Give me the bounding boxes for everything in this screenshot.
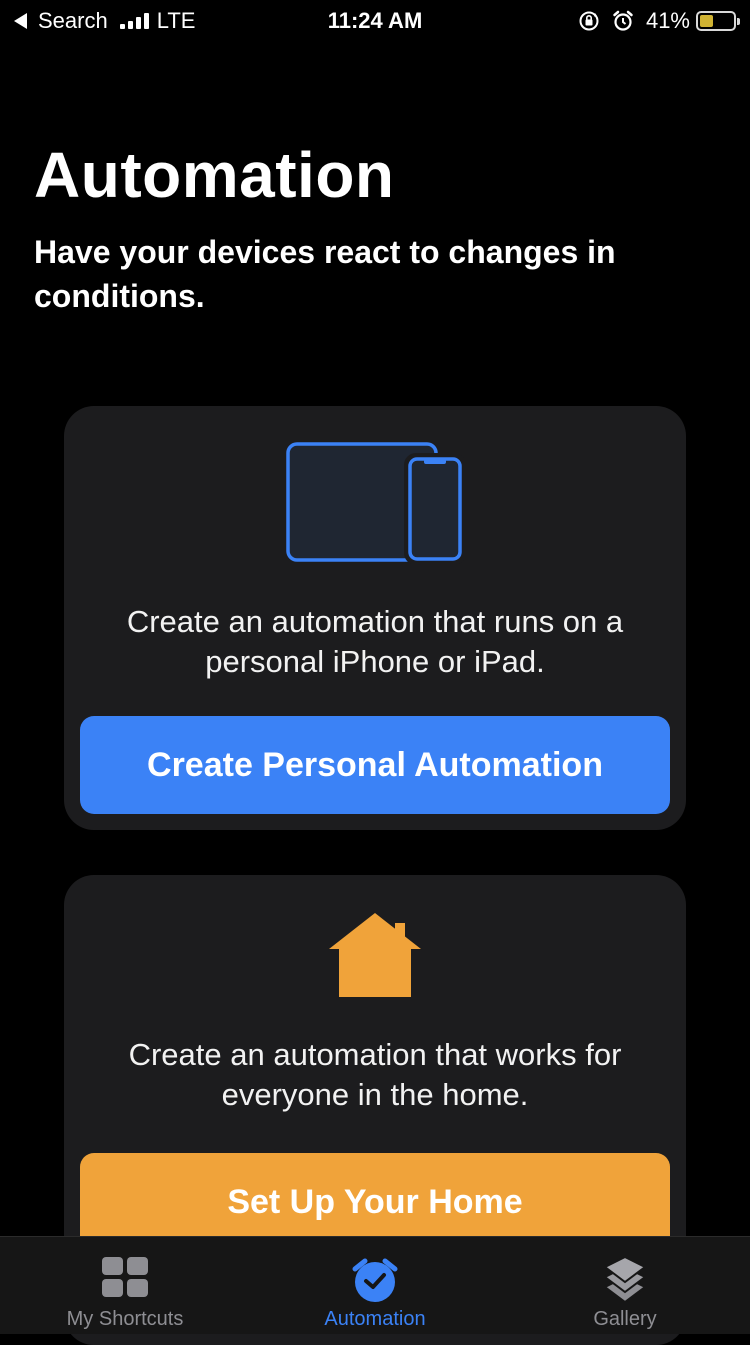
battery-fill xyxy=(700,15,713,27)
clock-check-icon xyxy=(352,1258,398,1302)
devices-icon xyxy=(286,442,464,564)
tab-gallery[interactable]: Gallery xyxy=(500,1237,750,1335)
page-subtitle: Have your devices react to changes in co… xyxy=(34,234,616,314)
status-bar: Search LTE 11:24 AM 41% xyxy=(0,0,750,40)
personal-automation-card: Create an automation that runs on a pers… xyxy=(64,406,686,830)
page-title: Automation xyxy=(34,139,395,211)
tab-my-shortcuts[interactable]: My Shortcuts xyxy=(0,1237,250,1335)
create-personal-automation-button[interactable]: Create Personal Automation xyxy=(80,716,670,814)
battery-percent: 41% xyxy=(645,8,690,33)
orientation-lock-icon xyxy=(578,10,600,32)
grid-icon xyxy=(102,1257,148,1297)
home-automation-description: Create an automation that works for ever… xyxy=(128,1037,622,1112)
battery-icon xyxy=(696,11,740,31)
layers-icon xyxy=(603,1255,647,1304)
tab-automation[interactable]: Automation xyxy=(250,1237,500,1335)
tab-label: My Shortcuts xyxy=(66,1308,184,1330)
house-icon xyxy=(329,913,421,997)
status-right: 41% xyxy=(578,8,740,34)
tab-bar: My Shortcuts Automation Gallery xyxy=(0,1236,750,1334)
personal-automation-description: Create an automation that runs on a pers… xyxy=(126,604,624,679)
tab-label: Gallery xyxy=(593,1308,657,1330)
alarm-icon xyxy=(612,10,634,32)
tab-label: Automation xyxy=(324,1308,426,1330)
